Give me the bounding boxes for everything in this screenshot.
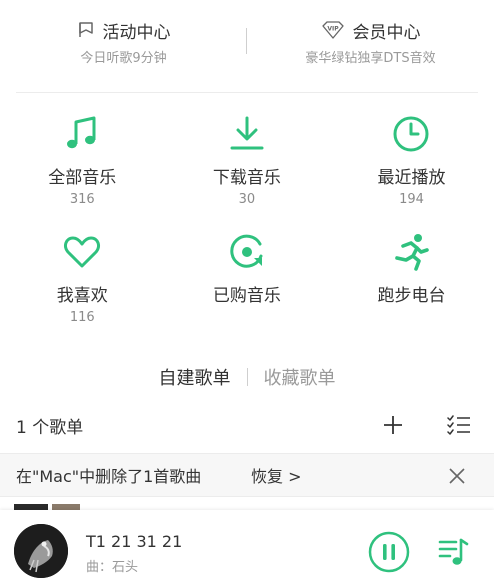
close-icon [449,468,465,484]
activity-center-title: 活动中心 [102,22,171,43]
recent-play-label: 最近播放 [377,168,446,188]
purchased-button[interactable]: 已购音乐 [165,230,330,348]
playlist-queue-icon [438,538,469,565]
close-notice-button[interactable] [446,465,468,487]
pause-icon [368,531,410,573]
vip-center-card[interactable]: VIP 会员中心 豪华绿钻独享DTS音效 [247,0,494,90]
delete-notice-bar: 在"Mac"中删除了1首歌曲 恢复 > [0,453,494,497]
download-icon [225,112,269,156]
purchased-disc-icon [225,230,269,274]
running-icon [389,230,433,274]
favorites-label: 我喜欢 [56,286,108,306]
recent-play-count: 194 [399,192,424,207]
tab-created-playlists[interactable]: 自建歌单 [159,364,231,390]
favorites-button[interactable]: 我喜欢 116 [0,230,165,348]
svg-text:VIP: VIP [327,26,339,33]
top-divider [246,28,247,54]
activity-center-subtitle: 今日听歌9分钟 [80,51,167,66]
all-music-label: 全部音乐 [48,168,117,188]
tab-divider [246,368,248,386]
vip-center-subtitle: 豪华绿钻独享DTS音效 [305,51,436,66]
checklist-icon [447,415,470,435]
mini-player[interactable]: T1 21 31 21 曲：石头 [0,510,494,588]
music-note-icon [60,112,104,156]
recent-play-button[interactable]: 最近播放 194 [329,112,494,230]
section-divider [16,92,478,93]
playlist-header: 1 个歌单 [0,408,494,442]
pause-button[interactable] [368,531,410,573]
play-queue-button[interactable] [437,536,469,568]
add-playlist-button[interactable] [380,412,406,438]
manage-playlists-button[interactable] [446,412,472,438]
delete-notice-text: 在"Mac"中删除了1首歌曲 [16,467,202,486]
tab-collected-playlists[interactable]: 收藏歌单 [264,364,336,390]
song-artist: 曲：石头 [86,560,139,575]
album-cover[interactable] [14,524,68,578]
download-button[interactable]: 下载音乐 30 [165,112,330,230]
clock-icon [389,112,433,156]
vip-center-title-row: VIP 会员中心 [321,18,421,43]
undo-button[interactable]: 恢复 > [251,463,302,487]
flag-icon [78,22,93,37]
download-count: 30 [238,192,256,207]
heart-icon [60,230,104,274]
all-music-count: 316 [69,192,95,207]
vip-center-title: 会员中心 [352,22,421,43]
vip-diamond-icon: VIP [321,21,344,39]
music-grid: 全部音乐 316 下载音乐 30 最近播放 194 我喜欢 116 已购音乐 跑… [0,112,494,348]
playlist-count: 1 个歌单 [16,417,84,438]
activity-center-card[interactable]: 活动中心 今日听歌9分钟 [0,0,247,90]
purchased-label: 已购音乐 [212,286,281,306]
running-radio-label: 跑步电台 [377,286,446,306]
plus-icon [384,416,402,434]
running-radio-button[interactable]: 跑步电台 [329,230,494,348]
all-music-button[interactable]: 全部音乐 316 [0,112,165,230]
playlist-tabs: 自建歌单 收藏歌单 [0,364,494,390]
grid-row: 全部音乐 316 下载音乐 30 最近播放 194 [0,112,494,230]
download-label: 下载音乐 [212,168,281,188]
top-cards: 活动中心 今日听歌9分钟 VIP 会员中心 豪华绿钻独享DTS音效 [0,0,494,90]
song-title: T1 21 31 21 [86,532,183,551]
favorites-count: 116 [69,310,95,325]
grid-row: 我喜欢 116 已购音乐 跑步电台 [0,230,494,348]
activity-center-title-row: 活动中心 [77,18,171,43]
